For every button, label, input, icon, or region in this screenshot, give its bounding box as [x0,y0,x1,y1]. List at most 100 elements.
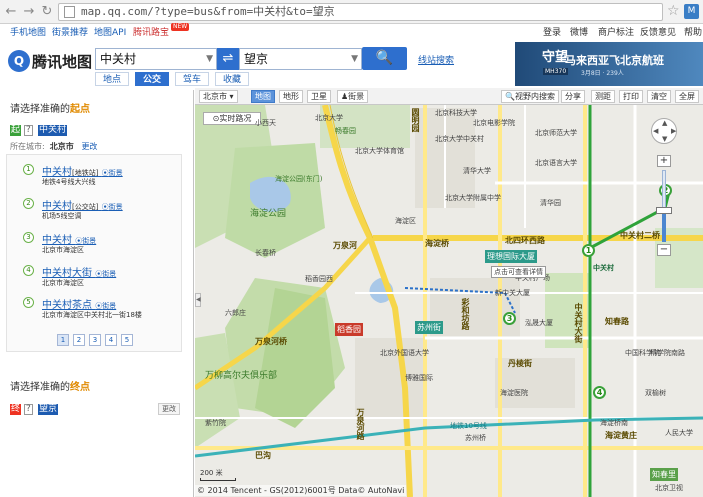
top-link-map-api[interactable]: 地图API [94,24,126,42]
map-label: 丹棱街 [508,359,532,368]
pan-right-icon[interactable]: ▶ [671,127,676,135]
feedback-link[interactable]: 反馈意见 [640,24,676,42]
map-label: 北京电影学院 [473,119,515,127]
map-label: 万泉河路 [356,408,365,440]
top-links-bar: 手机地图 街景推荐 地图API 腾讯路宝 NEW 登录 微博 商户标注 反馈意见… [0,23,703,42]
map-label: 知春里 [650,468,678,481]
map-label: 中关村大街 [574,303,583,343]
map-marker-1[interactable]: 1 [582,244,595,257]
top-link-lubao[interactable]: 腾讯路宝 [133,24,169,42]
merchant-link[interactable]: 商户标注 [598,24,634,42]
pan-left-icon[interactable]: ◀ [653,127,658,135]
extension-icon[interactable]: M [684,4,699,19]
zoom-in-button[interactable]: + [657,155,671,167]
weibo-link[interactable]: 微博 [570,24,588,42]
map-label: 泓晟大厦 [525,319,553,327]
pan-control[interactable]: ▲ ▼ ◀ ▶ [651,118,677,144]
realtime-traffic-toggle[interactable]: ⊙实时路况 [203,112,261,125]
forward-arrow-icon[interactable]: → [20,3,38,21]
zoom-slider-thumb[interactable] [656,207,672,214]
map-label: 北京科技大学 [435,109,477,117]
tab-place[interactable]: 地点 [95,72,129,86]
page-button-1[interactable]: 1 [57,334,69,346]
ad-sub-text: MH370 [543,68,569,75]
city-name: 北京市 [49,142,74,151]
zoom-slider-fill [662,210,666,242]
from-input[interactable]: 中关村 ▼ [95,48,217,70]
map-label: 北京师范大学 [535,129,577,137]
tab-drive[interactable]: 驾车 [175,72,209,86]
clear-button[interactable]: 清空 [647,90,671,103]
top-link-mobile-map[interactable]: 手机地图 [10,24,46,42]
map-label: 海淀公园(东门) [275,175,323,183]
pan-down-icon[interactable]: ▼ [662,135,667,143]
change-city-link[interactable]: 更改 [81,142,97,151]
streetview-link: 街景 [108,169,123,177]
back-arrow-icon[interactable]: ← [2,3,20,21]
map-label: 彩和坊路 [461,298,470,330]
route-panel: 请选择准确的起点 起 ? 中关村 所在城市: 北京市 更改 1 中关村[地铁站]… [0,90,194,497]
search-icon: 🔍 [505,92,515,101]
map-marker-4[interactable]: 4 [593,386,606,399]
map-label: 博雅国际 [405,374,433,382]
from-value: 中关村 [100,52,137,66]
view-streetview-button[interactable]: ♟街景 [337,90,369,103]
result-desc: 地铁4号线大兴线 [42,178,96,186]
help-icon[interactable]: ? [24,125,33,136]
ad-banner[interactable]: 守望 MH370 马来西亚飞北京航班 3月8日 · 239人 [515,42,703,86]
streetview-link: 街景 [102,302,117,310]
search-button[interactable]: 🔍 [362,47,407,70]
url-input[interactable]: map.qq.com/?type=bus&from=中关村&to=望京 [58,3,663,21]
streetview-link: 街景 [82,237,97,245]
help-link[interactable]: 帮助 [684,24,702,42]
map-label: 畅春园 [335,127,356,135]
map-label: 巴沟 [255,451,271,460]
map-city-select[interactable]: 北京市 ▾ [199,90,238,103]
start-result-list: 1 中关村[地铁站] ⦿街景 地铁4号线大兴线 2 中关村[公交站] ⦿街景 机… [6,154,182,352]
map-canvas[interactable]: 北京市 ▾ 地图 地形 卫星 ♟街景 🔍视野内搜索 分享 测距 打印 清空 全屏… [195,88,703,497]
tab-favorites[interactable]: 收藏 [215,72,249,86]
page-button-5[interactable]: 5 [121,334,133,346]
reload-icon[interactable]: ↻ [38,3,56,21]
result-type: [公交站] [72,203,99,211]
share-button[interactable]: 分享 [561,90,585,103]
marker-popup[interactable]: 点击可查看详情 [491,266,546,278]
map-label: 北京语言大学 [535,159,577,167]
search-in-view-button[interactable]: 🔍视野内搜索 [501,90,559,103]
login-link[interactable]: 登录 [543,24,561,42]
map-label: 北四环西路 [505,236,545,245]
zoom-out-button[interactable]: − [657,244,671,256]
fullscreen-button[interactable]: 全屏 [675,90,699,103]
pan-up-icon[interactable]: ▲ [662,119,667,127]
view-terrain-button[interactable]: 地形 [279,90,303,103]
print-button[interactable]: 打印 [619,90,643,103]
map-label: 万泉河 [333,241,357,250]
url-text: map.qq.com/?type=bus&from=中关村&to=望京 [81,5,335,18]
map-label: 万泉河桥 [255,337,287,346]
page-button-2[interactable]: 2 [73,334,85,346]
chevron-down-icon[interactable]: ▼ [206,49,213,69]
end-keyword: 望京 [38,404,59,415]
page-button-3[interactable]: 3 [89,334,101,346]
view-satellite-button[interactable]: 卫星 [307,90,331,103]
collapse-panel-icon[interactable]: ◀ [195,293,201,307]
result-desc: 北京市海淀区 [42,279,84,287]
map-toolbar: 北京市 ▾ 地图 地形 卫星 ♟街景 🔍视野内搜索 分享 测距 打印 清空 全屏 [195,88,703,105]
result-number: 5 [23,297,34,308]
end-change-button[interactable]: 更改 [158,403,180,415]
swap-button[interactable]: ⇌ [217,48,239,70]
page-button-4[interactable]: 4 [105,334,117,346]
chevron-down-icon[interactable]: ▼ [351,49,358,69]
map-marker-3[interactable]: 3 [503,312,516,325]
bookmark-star-icon[interactable]: ☆ [667,3,680,19]
help-icon[interactable]: ? [24,404,33,415]
view-map-button[interactable]: 地图 [251,90,275,103]
tab-bus[interactable]: 公交 [135,72,169,86]
top-link-streetview[interactable]: 街景推荐 [52,24,88,42]
map-copyright: © 2014 Tencent - GS(2012)6001号 Data© Aut… [195,485,407,496]
measure-button[interactable]: 测距 [591,90,615,103]
line-search-link[interactable]: 线站搜索 [418,53,454,66]
to-input[interactable]: 望京 ▼ [239,48,362,70]
result-number: 2 [23,198,34,209]
to-value: 望京 [244,52,269,66]
